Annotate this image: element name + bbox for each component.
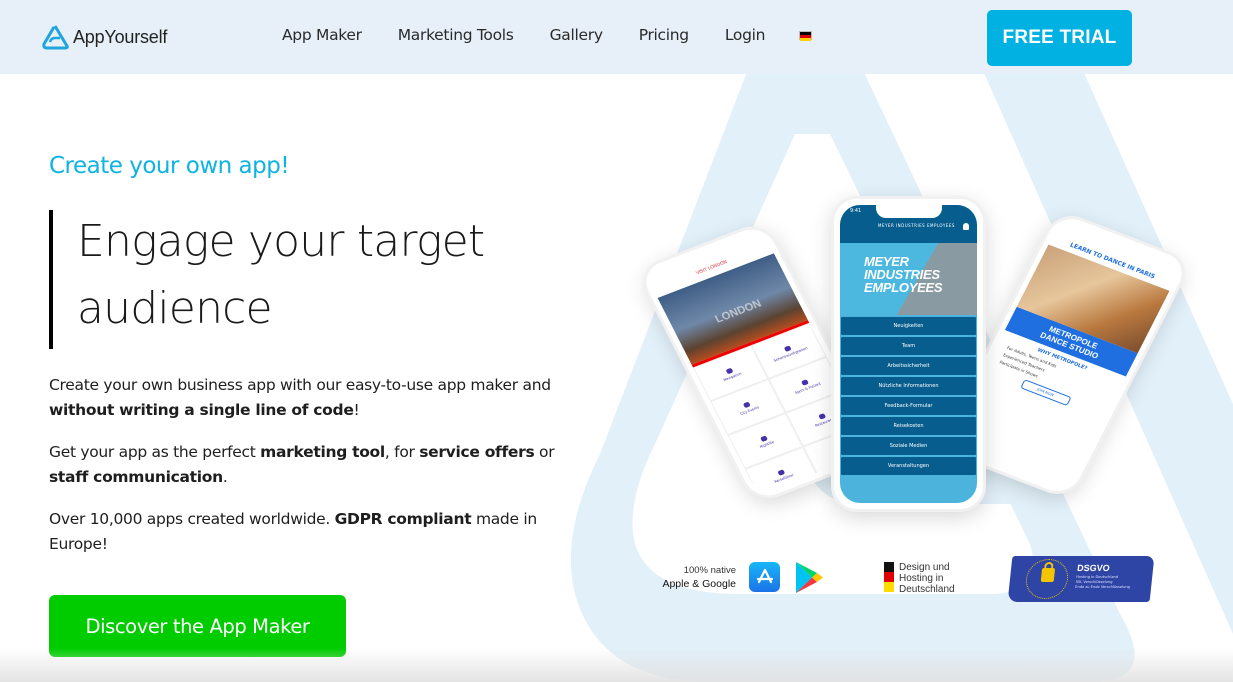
appyourself-logo-icon <box>42 25 69 50</box>
menu-item: Reisekosten <box>841 417 976 435</box>
app-menu: Neuigkeiten Team Arbeitssicherheit Nützl… <box>840 315 977 479</box>
phone-mockup-meyer: 9:41 MEYER INDUSTRIES EMPLOYEES MEYER IN… <box>831 196 986 512</box>
hosting-line: Deutschland <box>899 584 955 595</box>
platforms-label: Apple & Google <box>662 578 736 590</box>
menu-item: Team <box>841 337 976 355</box>
user-icon <box>963 223 969 230</box>
brand-logo[interactable]: AppYourself <box>41 24 167 50</box>
marketing-paragraph: Get your app as the perfect marketing to… <box>49 440 559 490</box>
hero-eyebrow: Create your own app! <box>49 153 290 179</box>
text: Over 10,000 apps created worldwide. <box>49 510 335 528</box>
bold-text: staff communication <box>49 468 223 486</box>
bold-text: service offers <box>419 443 535 461</box>
dsgvo-title: DSGVO <box>1076 563 1111 573</box>
image-caption: LONDON <box>713 297 764 326</box>
gdpr-paragraph: Over 10,000 apps created worldwide. GDPR… <box>49 507 559 557</box>
tile-icon <box>777 468 786 476</box>
menu-item: Veranstaltungen <box>841 457 976 475</box>
native-apps-badge: 100% native Apple & Google <box>656 565 736 590</box>
hero-headline-block: Engage your target audience <box>49 210 485 349</box>
tile-icon <box>783 344 792 352</box>
hosting-line: Design und <box>899 562 950 573</box>
status-time: 9:41 <box>850 208 862 214</box>
hero-title: MEYER INDUSTRIES EMPLOYEES <box>864 255 943 295</box>
nav-gallery[interactable]: Gallery <box>550 26 603 44</box>
intro-paragraph: Create your own business app with our ea… <box>49 373 559 423</box>
google-play-icon <box>796 562 823 593</box>
hero-headline-line1: Engage your target <box>77 216 485 267</box>
tile-icon <box>800 378 809 386</box>
hosting-line: Hosting in <box>899 573 944 584</box>
dsgvo-details: Hosting in Deutschland SSL Verschlüsselu… <box>1075 575 1149 590</box>
hosting-text: Design und Hosting in Deutschland <box>899 562 955 595</box>
hero-headline-line2: audience <box>77 283 273 334</box>
tile-icon <box>759 434 768 442</box>
dsgvo-badge: DSGVO Hosting in Deutschland SSL Verschl… <box>1007 556 1155 602</box>
native-label: 100% native <box>683 565 736 576</box>
menu-item: Neuigkeiten <box>841 317 976 335</box>
nav-app-maker[interactable]: App Maker <box>282 26 362 44</box>
phone-screen: 9:41 MEYER INDUSTRIES EMPLOYEES MEYER IN… <box>840 205 977 503</box>
menu-item: Nützliche Informationen <box>841 377 976 395</box>
app-store-icon <box>749 562 780 592</box>
menu-item: Arbeitssicherheit <box>841 357 976 375</box>
text: . <box>222 468 228 486</box>
text: Get your app as the perfect <box>49 443 261 461</box>
menu-item: Soziale Medien <box>841 437 976 455</box>
tile-icon <box>818 412 826 420</box>
menu-item: Feedback-Formular <box>841 397 976 415</box>
nav-login[interactable]: Login <box>725 26 766 44</box>
text: ! <box>353 401 360 419</box>
tile-icon <box>725 367 734 374</box>
text: , for <box>384 443 420 461</box>
bottom-fade <box>0 648 1233 682</box>
nav-marketing-tools[interactable]: Marketing Tools <box>398 26 514 44</box>
tile-label: Navigation <box>722 371 743 382</box>
text: or <box>534 443 555 461</box>
text: Create your own business app with our ea… <box>49 376 551 394</box>
german-flag-icon[interactable] <box>799 30 813 41</box>
lock-icon <box>1040 568 1056 582</box>
german-hosting-badge: Design und Hosting in Deutschland <box>884 562 955 595</box>
free-trial-button[interactable]: FREE TRIAL <box>987 10 1132 66</box>
hero-title-line: EMPLOYEES <box>864 280 943 295</box>
bold-text: GDPR compliant <box>334 510 472 528</box>
tile-label: Reiseführer <box>773 472 795 484</box>
tile-label: City Events <box>739 404 760 416</box>
bold-text: marketing tool <box>260 443 385 461</box>
nav-pricing[interactable]: Pricing <box>639 26 689 44</box>
app-hero: MEYER INDUSTRIES EMPLOYEES <box>840 243 977 315</box>
german-flag-icon <box>884 562 894 595</box>
main-nav: App Maker Marketing Tools Gallery Pricin… <box>282 26 813 44</box>
app-brand: MEYER INDUSTRIES EMPLOYEES <box>878 223 955 228</box>
brand-name: AppYourself <box>73 26 168 47</box>
phone-notch <box>875 205 942 218</box>
tile-icon <box>742 401 751 408</box>
bold-text: without writing a single line of code <box>49 401 354 419</box>
app-header: 9:41 MEYER INDUSTRIES EMPLOYEES <box>840 205 977 243</box>
site-header: AppYourself App Maker Marketing Tools Ga… <box>0 0 1233 74</box>
dsgvo-line: Ende zu Ende Verschlüsselung <box>1074 585 1131 589</box>
